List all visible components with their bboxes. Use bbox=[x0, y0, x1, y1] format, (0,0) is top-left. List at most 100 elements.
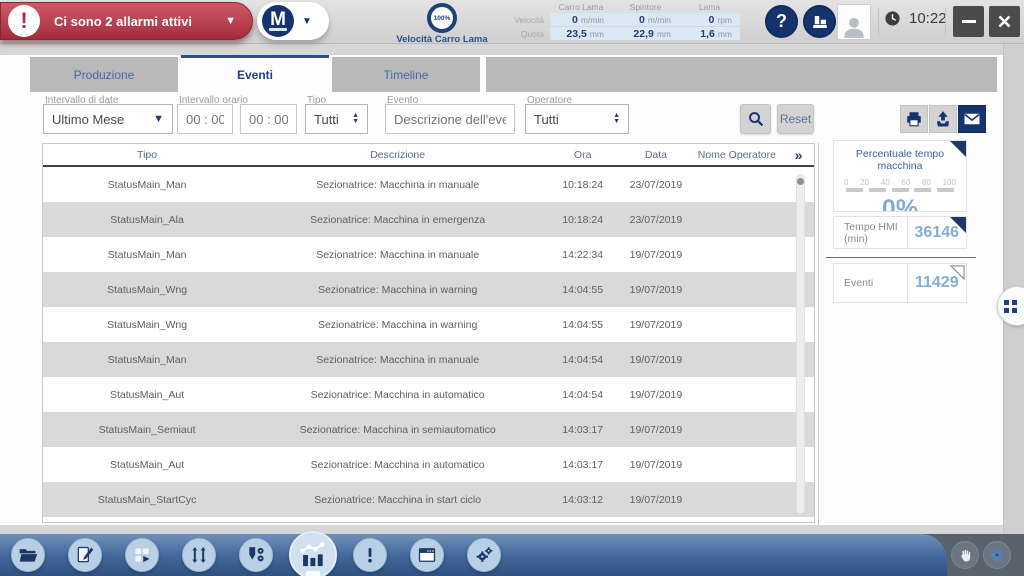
speed-gauge-value: 100% bbox=[434, 15, 451, 22]
cell-ora: 14:04:54 bbox=[544, 389, 621, 401]
table-row[interactable]: StatusMain_WngSezionatrice: Macchina in … bbox=[43, 272, 814, 307]
reset-button[interactable]: Reset bbox=[777, 104, 814, 134]
hmi-time-card: Tempo HMI (min) 36146 bbox=[833, 216, 967, 249]
close-icon bbox=[997, 14, 1012, 29]
toolbar-button-archive[interactable] bbox=[11, 538, 45, 572]
time-to-input[interactable] bbox=[240, 104, 297, 134]
tab-produzione[interactable]: Produzione bbox=[30, 57, 178, 92]
table-scrollbar[interactable] bbox=[796, 174, 805, 514]
table-row[interactable]: StatusMain_ManSezionatrice: Macchina in … bbox=[43, 167, 814, 202]
speed-gauge-label: Velocità Carro Lama bbox=[382, 34, 502, 45]
cell-data: 23/07/2019 bbox=[621, 214, 690, 226]
operator-select[interactable]: Tutti ▲▼ bbox=[525, 104, 629, 134]
cell-descrizione: Sezionatrice: Macchina in emergenza bbox=[251, 214, 544, 226]
machine-time-percent-card: Percentuale tempo macchina 020406080100 … bbox=[833, 140, 967, 212]
gears-icon bbox=[474, 545, 494, 565]
value: 0 bbox=[572, 14, 578, 26]
toolbar-button-setup[interactable] bbox=[467, 538, 501, 572]
export-button[interactable] bbox=[929, 105, 957, 133]
divider bbox=[818, 143, 819, 525]
date-range-value: Ultimo Mese bbox=[52, 112, 124, 127]
pencil-icon bbox=[75, 545, 95, 565]
table-row[interactable]: StatusMain_AutSezionatrice: Macchina in … bbox=[43, 377, 814, 412]
settings-button[interactable] bbox=[983, 541, 1011, 569]
hmi-time-label: Tempo HMI (min) bbox=[834, 221, 907, 245]
table-row[interactable]: StatusMain_AutSezionatrice: Macchina in … bbox=[43, 447, 814, 482]
measures-row-velocita: Velocità 0m/min 0m/min 0rpm bbox=[500, 13, 742, 26]
cell-descrizione: Sezionatrice: Macchina in manuale bbox=[251, 354, 544, 366]
pan-mode-button[interactable] bbox=[951, 541, 979, 569]
cell-data: 19/07/2019 bbox=[621, 319, 690, 331]
table-row[interactable]: StatusMain_WngSezionatrice: Macchina in … bbox=[43, 307, 814, 342]
tab-timeline[interactable]: Timeline bbox=[332, 57, 480, 92]
toolbar-button-programs[interactable] bbox=[125, 538, 159, 572]
expand-columns-icon[interactable]: » bbox=[783, 147, 814, 163]
minimize-button[interactable] bbox=[953, 6, 984, 37]
date-range-select[interactable]: Ultimo Mese ▼ bbox=[43, 104, 173, 134]
upload-icon bbox=[934, 110, 952, 128]
search-button[interactable] bbox=[740, 104, 771, 134]
unit: m/min bbox=[648, 15, 671, 25]
table-row[interactable]: StatusMain_AlaSezionatrice: Macchina in … bbox=[43, 202, 814, 237]
cell-tipo: StatusMain_Man bbox=[43, 354, 251, 366]
email-button[interactable] bbox=[958, 105, 986, 133]
cell-ora: 14:22:34 bbox=[544, 249, 621, 261]
tab-eventi[interactable]: Eventi bbox=[181, 55, 329, 92]
cell-tipo: StatusMain_Aut bbox=[43, 459, 251, 471]
alarm-banner[interactable]: ! Ci sono 2 allarmi attivi ▼ bbox=[0, 2, 253, 40]
chevron-down-icon: ▼ bbox=[302, 16, 312, 27]
alarm-banner-text: Ci sono 2 allarmi attivi bbox=[54, 14, 225, 29]
user-avatar[interactable] bbox=[837, 4, 871, 40]
cell-ora: 14:03:12 bbox=[544, 494, 621, 506]
brand-menu[interactable]: M ▼ bbox=[257, 2, 329, 40]
value: 23,5 bbox=[566, 28, 586, 40]
brand-logo-letter: M bbox=[270, 11, 286, 28]
table-row[interactable]: StatusMain_StartCycSezionatrice: Macchin… bbox=[43, 482, 814, 517]
cell-ora: 14:03:17 bbox=[544, 424, 621, 436]
corner-flag-icon bbox=[950, 217, 966, 233]
help-button[interactable]: ? bbox=[765, 5, 798, 38]
type-value: Tutti bbox=[314, 112, 339, 127]
brand-logo-subtext bbox=[269, 28, 287, 31]
cell-ora: 10:18:24 bbox=[544, 214, 621, 226]
toolbar-button-edit[interactable] bbox=[68, 538, 102, 572]
mail-icon bbox=[963, 110, 981, 128]
table-row[interactable]: StatusMain_SemiautSezionatrice: Macchina… bbox=[43, 412, 814, 447]
measures-row-quota: Quota 23,5mm 22,9mm 1,6mm bbox=[500, 27, 742, 40]
toolbar-button-alarms[interactable] bbox=[353, 538, 387, 572]
cell-descrizione: Sezionatrice: Macchina in warning bbox=[251, 319, 544, 331]
brand-logo: M bbox=[262, 5, 294, 37]
event-search-input[interactable] bbox=[385, 104, 515, 134]
cell-descrizione: Sezionatrice: Macchina in warning bbox=[251, 284, 544, 296]
table-row[interactable]: StatusMain_ManSezionatrice: Macchina in … bbox=[43, 237, 814, 272]
toolbar-button-tooling[interactable] bbox=[239, 538, 273, 572]
type-select[interactable]: Tutti ▲▼ bbox=[305, 104, 368, 134]
percent-scale-ticks bbox=[846, 188, 954, 192]
toolbar-button-terminal[interactable] bbox=[410, 538, 444, 572]
machine-icon bbox=[811, 13, 829, 31]
time-from-input[interactable] bbox=[177, 104, 233, 134]
cell-ora: 14:03:17 bbox=[544, 459, 621, 471]
measures-col-spintore: Spintore bbox=[612, 2, 679, 12]
speed-gauge-ring: 100% bbox=[427, 3, 457, 33]
header-descrizione: Descrizione bbox=[251, 149, 544, 161]
corner-flag-icon bbox=[950, 141, 966, 157]
gear-icon bbox=[989, 547, 1005, 563]
table-row[interactable]: StatusMain_ManSezionatrice: Macchina in … bbox=[43, 342, 814, 377]
cell-tipo: StatusMain_Semiaut bbox=[43, 424, 251, 436]
cell-descrizione: Sezionatrice: Macchina in manuale bbox=[251, 249, 544, 261]
toolbar-button-axes[interactable] bbox=[182, 538, 216, 572]
divider bbox=[826, 257, 976, 258]
alarm-icon: ! bbox=[8, 5, 40, 37]
cell-ora: 10:18:24 bbox=[544, 179, 621, 191]
close-button[interactable] bbox=[989, 6, 1020, 37]
active-tab-notch bbox=[306, 571, 320, 576]
hand-icon bbox=[958, 548, 973, 563]
cell-tipo: StatusMain_Aut bbox=[43, 389, 251, 401]
print-button[interactable] bbox=[900, 105, 928, 133]
table-scrollbar-thumb[interactable] bbox=[797, 178, 804, 185]
toolbar-button-statistics[interactable] bbox=[289, 531, 337, 576]
machine-button[interactable] bbox=[803, 5, 836, 38]
operator-value: Tutti bbox=[534, 112, 559, 127]
chart-icon bbox=[299, 541, 327, 569]
